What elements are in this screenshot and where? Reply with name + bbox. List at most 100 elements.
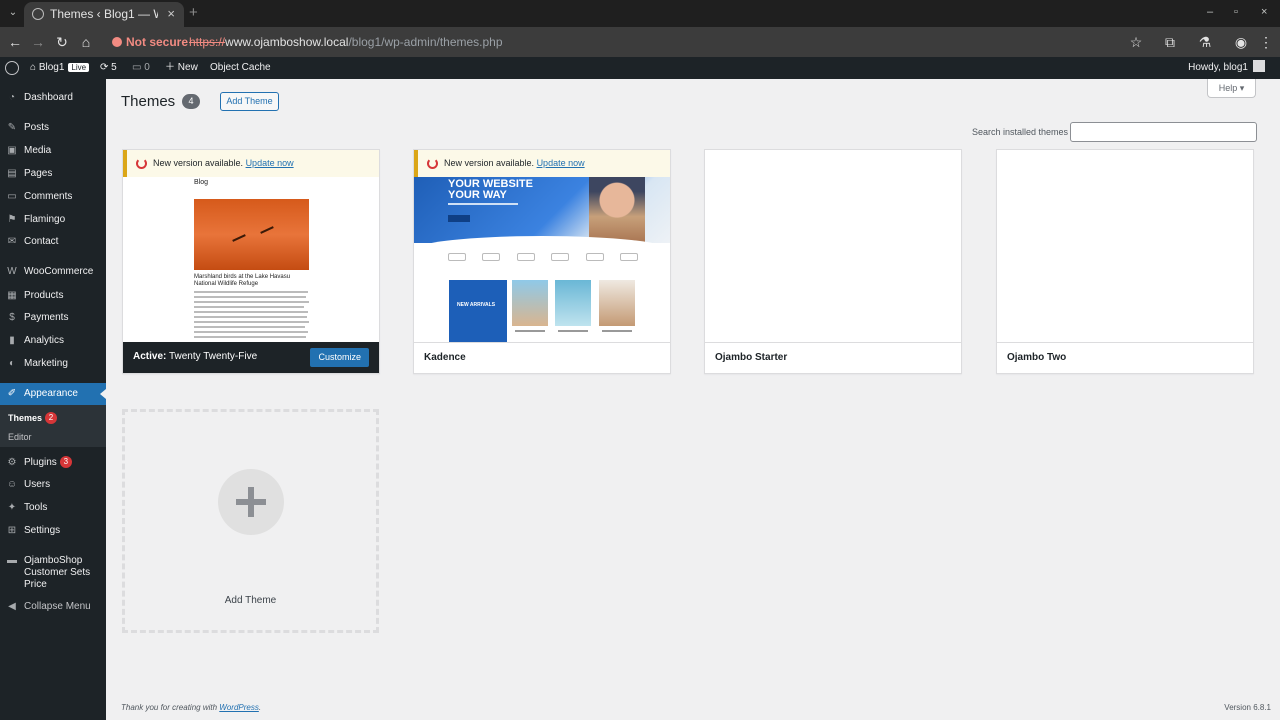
submenu-editor[interactable]: Editor — [8, 432, 32, 442]
warning-icon — [112, 37, 122, 47]
tab-close-icon[interactable]: × — [167, 6, 175, 21]
reload-icon[interactable]: ↻ — [54, 34, 70, 50]
theme-name-bar: Active: Twenty Twenty-Five Customize — [123, 342, 379, 373]
updates-link[interactable]: ⟳ 5 — [100, 57, 117, 79]
search-themes-input[interactable] — [1070, 122, 1257, 142]
media-icon: ▣ — [7, 145, 17, 156]
close-window-icon[interactable]: × — [1261, 6, 1267, 18]
new-content-link[interactable]: ＋ New — [165, 57, 198, 79]
menu-comments[interactable]: ▭ Comments — [0, 186, 106, 208]
theme-screenshot[interactable] — [997, 150, 1253, 342]
home-icon[interactable]: ⌂ — [78, 34, 94, 50]
tab-search-chevron-icon[interactable]: ⌄ — [6, 6, 20, 20]
theme-screenshot[interactable]: YOUR WEBSITE YOUR WAY NEW ARRIVALS — [414, 150, 670, 342]
my-account-link[interactable]: Howdy, blog1 — [1188, 57, 1265, 79]
add-theme-button[interactable]: Add Theme — [220, 92, 279, 111]
update-now-link[interactable]: Update now — [246, 158, 294, 168]
add-new-theme-card[interactable]: Add Theme — [122, 409, 379, 633]
submenu-themes[interactable]: Themes 2 — [8, 412, 58, 424]
minimize-icon[interactable]: – — [1207, 6, 1213, 18]
site-name-link[interactable]: ⌂ Blog1 Live — [30, 57, 90, 79]
address-bar[interactable]: Not secure https://www.ojamboshow.local/… — [104, 30, 1154, 54]
help-tab-button[interactable]: Help ▾ — [1207, 79, 1256, 98]
menu-contact[interactable]: ✉ Contact — [0, 231, 106, 253]
wp-admin-bar: ⌂ Blog1 Live ⟳ 5 ▭ 0 ＋ New Object Cache H… — [0, 57, 1280, 79]
labs-flask-icon[interactable]: ⚗ — [1197, 34, 1213, 50]
object-cache-link[interactable]: Object Cache — [210, 57, 271, 79]
wordpress-logo-icon[interactable] — [5, 61, 19, 75]
admin-sidebar: ◔ Dashboard ✎ Posts ▣ Media ▤ Pages ▭ Comment… — [0, 79, 106, 720]
update-notice: New version available. Update now — [414, 150, 670, 177]
maximize-icon[interactable]: ▫ — [1234, 6, 1238, 18]
menu-media[interactable]: ▣ Media — [0, 140, 106, 162]
extensions-icon[interactable]: ⧉ — [1162, 34, 1178, 50]
menu-marketing[interactable]: ◐ Marketing — [0, 353, 106, 375]
menu-dashboard[interactable]: ◔ Dashboard — [0, 87, 106, 109]
comment-icon: ▭ — [132, 62, 145, 73]
menu-products[interactable]: ▦ Products — [0, 285, 106, 307]
menu-woocommerce[interactable]: W WooCommerce — [0, 261, 106, 283]
menu-ojamboshop[interactable]: ▬ OjamboShop Customer Sets Price — [0, 550, 106, 590]
wordpress-link[interactable]: WordPress — [219, 703, 259, 712]
profile-icon[interactable]: ◉ — [1233, 34, 1249, 50]
forward-icon[interactable]: → — [30, 34, 46, 50]
themes-update-count: 2 — [45, 412, 58, 424]
theme-screenshot[interactable] — [705, 150, 961, 342]
live-badge: Live — [68, 63, 90, 72]
plugin-icon: ⚙ — [7, 457, 17, 468]
dashboard-icon: ◔ — [8, 92, 16, 103]
theme-name: Ojambo Starter — [715, 352, 788, 363]
menu-tools[interactable]: ✦ Tools — [0, 497, 106, 519]
menu-pages[interactable]: ▤ Pages — [0, 163, 106, 185]
preview-post-heading: Marshland birds at the Lake Havasu Natio… — [194, 274, 291, 287]
menu-posts[interactable]: ✎ Posts — [0, 117, 106, 139]
update-now-link[interactable]: Update now — [537, 158, 585, 168]
menu-collapse[interactable]: ◀ Collapse Menu — [0, 596, 106, 618]
theme-screenshot[interactable]: Blog Marshland birds at the Lake Havasu … — [123, 150, 379, 342]
flamingo-icon: ⚑ — [7, 214, 17, 225]
security-indicator[interactable]: Not secure — [112, 35, 188, 49]
customize-button[interactable]: Customize — [310, 348, 369, 367]
wordpress-favicon-icon — [32, 8, 44, 20]
update-icon — [136, 158, 147, 169]
preview-hero-photo — [589, 177, 645, 243]
preview-new-arrivals: NEW ARRIVALS — [449, 280, 507, 342]
preview-hero-text: YOUR WEBSITE YOUR WAY — [448, 178, 533, 201]
update-icon — [427, 158, 438, 169]
menu-payments[interactable]: $ Payments — [0, 307, 106, 329]
pin-icon: ✎ — [7, 122, 17, 133]
bookmark-star-icon[interactable]: ☆ — [1128, 34, 1144, 50]
avatar — [1253, 60, 1265, 72]
plus-icon — [218, 469, 284, 535]
browser-toolbar: ← → ↻ ⌂ Not secure https://www.ojambosho… — [0, 27, 1280, 57]
plus-icon: ＋ — [165, 62, 178, 73]
browser-tab[interactable]: Themes ‹ Blog1 — WordPress × — [24, 2, 184, 27]
menu-appearance[interactable]: ✐ Appearance — [0, 383, 106, 405]
browser-tab-strip: ⌄ Themes ‹ Blog1 — WordPress × + – ▫ × — [0, 0, 1280, 27]
user-icon: ☺ — [6, 479, 18, 490]
page-title: Themes — [121, 93, 176, 110]
settings-icon: ⊞ — [7, 525, 17, 536]
updates-icon: ⟳ — [100, 62, 112, 73]
theme-name: Kadence — [424, 352, 466, 363]
menu-analytics[interactable]: ▮ Analytics — [0, 330, 106, 352]
menu-settings[interactable]: ⊞ Settings — [0, 520, 106, 542]
theme-name-bar: Kadence — [414, 342, 670, 373]
menu-flamingo[interactable]: ⚑ Flamingo — [0, 209, 106, 231]
preview-blog-title: Blog — [194, 179, 209, 186]
browser-menu-icon[interactable]: ⋮ — [1258, 34, 1274, 50]
preview-hero: YOUR WEBSITE YOUR WAY — [414, 177, 670, 243]
comments-link[interactable]: ▭ 0 — [132, 57, 150, 79]
menu-users[interactable]: ☺ Users — [0, 474, 106, 496]
footer-thanks: Thank you for creating with WordPress. — [121, 703, 262, 712]
theme-card-ojambo-two[interactable]: Ojambo Two — [996, 149, 1254, 374]
new-tab-button[interactable]: + — [189, 4, 198, 21]
theme-card-kadence[interactable]: YOUR WEBSITE YOUR WAY NEW ARRIVALS New v… — [413, 149, 671, 374]
back-icon[interactable]: ← — [7, 34, 23, 50]
theme-card-twenty-twenty-five[interactable]: Blog Marshland birds at the Lake Havasu … — [122, 149, 380, 374]
woo-icon: W — [7, 266, 17, 277]
theme-card-ojambo-starter[interactable]: Ojambo Starter — [704, 149, 962, 374]
menu-plugins[interactable]: ⚙ Plugins 3 — [0, 452, 106, 474]
themes-count-badge: 4 — [182, 94, 200, 109]
comment-icon: ▭ — [7, 191, 17, 202]
